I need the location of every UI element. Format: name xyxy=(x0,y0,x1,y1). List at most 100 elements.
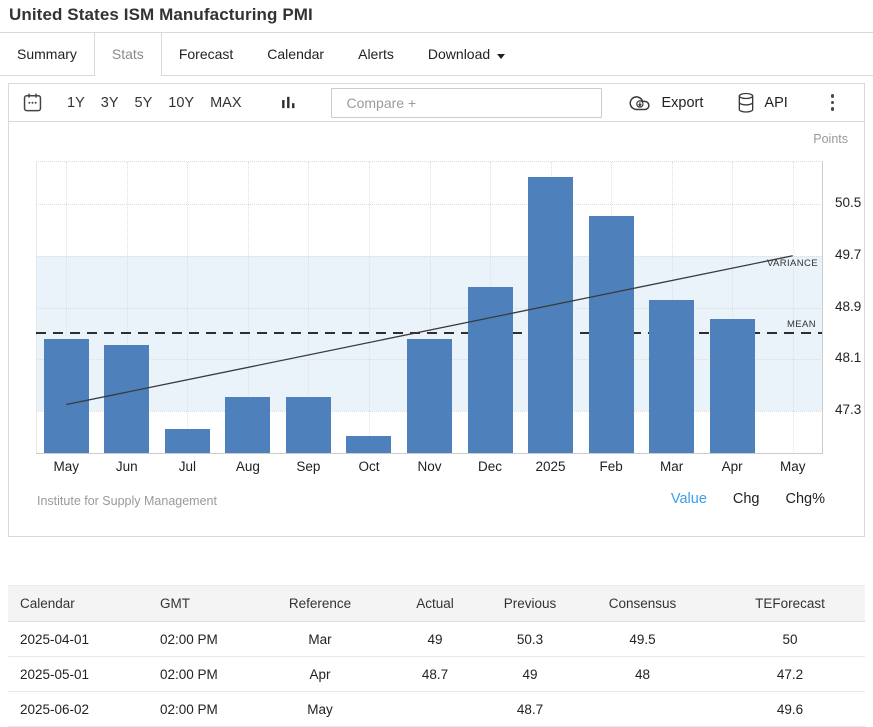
y-axis-unit-label: Points xyxy=(813,132,848,146)
date-range-calendar-button[interactable] xyxy=(22,92,43,113)
plot-area: VARIANCE MEAN xyxy=(36,161,823,454)
table-cell: 49 xyxy=(490,657,570,692)
x-axis-label: Apr xyxy=(701,459,763,474)
table-cell xyxy=(380,692,490,727)
range-group: 1Y 3Y 5Y 10Y MAX xyxy=(67,95,241,111)
tab-stats[interactable]: Stats xyxy=(95,33,162,75)
column-header-previous: Previous xyxy=(490,586,570,622)
kebab-menu-icon[interactable] xyxy=(828,90,838,115)
x-axis-label: Dec xyxy=(459,459,521,474)
column-header-calendar: Calendar xyxy=(8,586,148,622)
table-header-row: CalendarGMTReferenceActualPreviousConsen… xyxy=(8,586,865,622)
table-cell: 48 xyxy=(570,657,715,692)
tab-download[interactable]: Download xyxy=(411,33,522,75)
table-cell: Mar xyxy=(260,622,380,657)
export-label: Export xyxy=(661,95,703,111)
x-axis-label: May xyxy=(35,459,97,474)
tab-label: Forecast xyxy=(179,46,233,62)
table-cell: 50.3 xyxy=(490,622,570,657)
table-cell xyxy=(570,692,715,727)
export-button[interactable]: Export xyxy=(626,92,703,113)
table-cell: May xyxy=(260,692,380,727)
tab-calendar[interactable]: Calendar xyxy=(250,33,341,75)
tab-label: Stats xyxy=(112,46,144,62)
y-axis-tick: 48.9 xyxy=(835,299,861,314)
trend-line xyxy=(36,162,823,455)
y-axis-tick: 49.7 xyxy=(835,247,861,262)
table-row: 2025-05-0102:00 PMApr48.7494847.2 xyxy=(8,657,865,692)
chart-link-value[interactable]: Value xyxy=(671,491,707,507)
range-button-5y[interactable]: 5Y xyxy=(135,95,153,111)
tab-bar: Summary Stats Forecast Calendar Alerts Downlo… xyxy=(0,33,873,76)
tab-label: Calendar xyxy=(267,46,324,62)
column-header-teforecast: TEForecast xyxy=(715,586,865,622)
table-cell: 2025-05-01 xyxy=(8,657,148,692)
tab-forecast[interactable]: Forecast xyxy=(162,33,250,75)
chart-link-chg[interactable]: Chg xyxy=(733,491,760,507)
chart-mode-links: Value Chg Chg% xyxy=(671,491,825,507)
calendar-table: CalendarGMTReferenceActualPreviousConsen… xyxy=(8,585,865,727)
column-header-actual: Actual xyxy=(380,586,490,622)
x-axis-label: 2025 xyxy=(520,459,582,474)
table-cell: 50 xyxy=(715,622,865,657)
tab-alerts[interactable]: Alerts xyxy=(341,33,411,75)
column-header-consensus: Consensus xyxy=(570,586,715,622)
table-cell: 02:00 PM xyxy=(148,622,260,657)
x-axis-label: May xyxy=(762,459,824,474)
range-button-3y[interactable]: 3Y xyxy=(101,95,119,111)
caret-down-icon xyxy=(497,54,505,59)
x-axis-label: Feb xyxy=(580,459,642,474)
api-button[interactable]: API xyxy=(736,92,787,114)
range-button-max[interactable]: MAX xyxy=(210,95,241,111)
database-icon xyxy=(736,92,756,114)
chart-card: 1Y 3Y 5Y 10Y MAX Export API xyxy=(8,83,865,537)
table-cell: 2025-06-02 xyxy=(8,692,148,727)
chart-toolbar: 1Y 3Y 5Y 10Y MAX Export API xyxy=(9,84,864,122)
tab-label: Alerts xyxy=(358,46,394,62)
range-button-1y[interactable]: 1Y xyxy=(67,95,85,111)
tab-summary[interactable]: Summary xyxy=(0,33,95,75)
table-cell: 02:00 PM xyxy=(148,657,260,692)
x-axis-label: Sep xyxy=(277,459,339,474)
x-axis-labels: MayJunJulAugSepOctNovDec2025FebMarAprMay xyxy=(36,459,823,477)
calendar-icon xyxy=(22,92,43,113)
table-cell: 49 xyxy=(380,622,490,657)
tab-label: Summary xyxy=(17,46,77,62)
plot-right-axis xyxy=(822,162,823,454)
x-axis-label: Jul xyxy=(156,459,218,474)
table-cell: 02:00 PM xyxy=(148,692,260,727)
chart-section: Points VARIANCE MEAN 50.5 49.7 48.9 48.1 47.… xyxy=(9,122,864,536)
column-header-gmt: GMT xyxy=(148,586,260,622)
table-body: 2025-04-0102:00 PMMar4950.349.5502025-05… xyxy=(8,622,865,727)
table-cell: 2025-04-01 xyxy=(8,622,148,657)
cloud-download-icon xyxy=(626,92,653,113)
table-cell: 49.5 xyxy=(570,622,715,657)
x-axis-label: Mar xyxy=(641,459,703,474)
x-axis-label: Jun xyxy=(96,459,158,474)
x-axis-label: Nov xyxy=(399,459,461,474)
range-button-10y[interactable]: 10Y xyxy=(168,95,194,111)
page-title: United States ISM Manufacturing PMI xyxy=(9,5,864,25)
api-label: API xyxy=(764,95,787,111)
x-axis-label: Oct xyxy=(338,459,400,474)
column-header-reference: Reference xyxy=(260,586,380,622)
tab-label: Download xyxy=(428,46,490,62)
mean-annotation: MEAN xyxy=(787,319,816,330)
y-axis-tick: 47.3 xyxy=(835,402,861,417)
plot-bottom-axis xyxy=(36,453,823,454)
table-cell: Apr xyxy=(260,657,380,692)
title-bar: United States ISM Manufacturing PMI xyxy=(0,0,873,33)
y-axis-labels: 50.5 49.7 48.9 48.1 47.3 xyxy=(831,161,873,454)
table-cell: 48.7 xyxy=(380,657,490,692)
y-axis-tick: 50.5 xyxy=(835,195,861,210)
chart-link-chgpct[interactable]: Chg% xyxy=(786,491,826,507)
column-chart-icon xyxy=(280,93,297,112)
y-axis-tick: 48.1 xyxy=(835,350,861,365)
table-row: 2025-04-0102:00 PMMar4950.349.550 xyxy=(8,622,865,657)
compare-input[interactable] xyxy=(331,88,602,118)
variance-annotation: VARIANCE xyxy=(767,258,818,269)
table-cell: 47.2 xyxy=(715,657,865,692)
chart-type-button[interactable] xyxy=(280,93,297,112)
table-cell: 49.6 xyxy=(715,692,865,727)
chart-source-label: Institute for Supply Management xyxy=(37,494,217,508)
